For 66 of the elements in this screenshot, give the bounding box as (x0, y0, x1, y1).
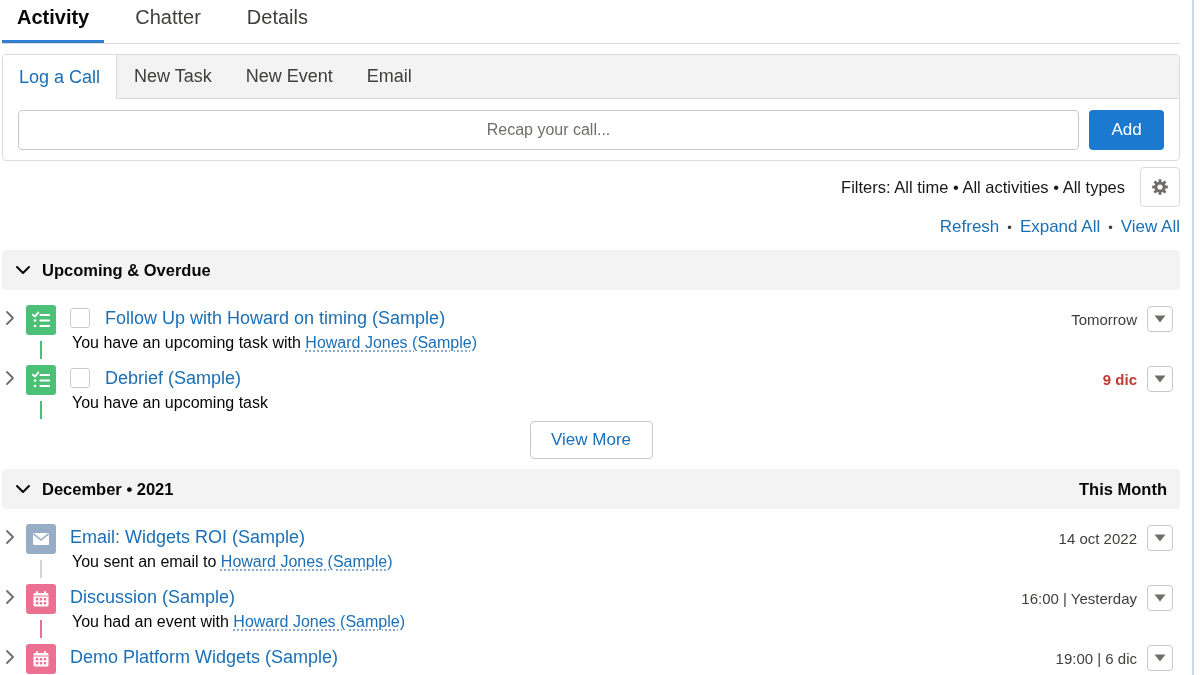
timeline-connector (40, 341, 42, 359)
timeline-connector (40, 620, 42, 638)
activity-date: 19:00 | 6 dic (1055, 649, 1137, 667)
tab[interactable]: Details (231, 0, 323, 43)
activity-title[interactable]: Email: Widgets ROI (Sample) (70, 526, 306, 548)
timeline-connector (40, 401, 42, 419)
activity-title[interactable]: Discussion (Sample) (70, 586, 236, 608)
contact-link[interactable]: Howard Jones (Sample) (233, 613, 405, 630)
chevron-right-icon[interactable] (5, 649, 15, 665)
caret-down-icon (1154, 375, 1166, 383)
row-menu-button[interactable] (1147, 525, 1173, 551)
caret-down-icon (1154, 594, 1166, 602)
row-menu-button[interactable] (1147, 585, 1173, 611)
caret-down-icon (1154, 315, 1166, 323)
section-title: December • 2021 (42, 479, 174, 499)
section-title: Upcoming & Overdue (42, 260, 211, 280)
section-period: This Month (1079, 479, 1167, 499)
action-link[interactable]: View All (1120, 217, 1180, 237)
checklist-icon (26, 365, 56, 395)
activity-title[interactable]: Debrief (Sample) (105, 367, 242, 389)
settings-button[interactable] (1140, 167, 1180, 207)
task-checkbox[interactable] (70, 308, 90, 328)
composer-tab[interactable]: New Event (228, 55, 350, 98)
activity-title[interactable]: Follow Up with Howard on timing (Sample) (105, 307, 446, 329)
add-button[interactable]: Add (1089, 110, 1164, 150)
chevron-down-icon[interactable] (15, 264, 31, 276)
chevron-right-icon[interactable] (5, 589, 15, 605)
activity-description: You sent an email to Howard Jones (Sample) (71, 552, 394, 572)
calendar-icon (26, 584, 56, 614)
recap-field[interactable]: Recap your call... (18, 110, 1079, 150)
contact-link[interactable]: Howard Jones (Sample) (220, 553, 393, 570)
activity-title[interactable]: Demo Platform Widgets (Sample) (70, 646, 339, 668)
activity-date: 16:00 | Yesterday (1021, 589, 1137, 607)
calendar-icon (26, 644, 56, 674)
tab[interactable]: Chatter (120, 0, 216, 43)
activity-description: You have an upcoming task with Howard Jones (Sample) (71, 333, 478, 353)
filters-summary: Filters: All time • All activities • All types (841, 177, 1125, 197)
caret-down-icon (1154, 654, 1166, 662)
task-checkbox[interactable] (70, 368, 90, 388)
timeline-connector (40, 560, 42, 578)
checklist-icon (26, 305, 56, 335)
activity-date: 9 dic (1102, 370, 1137, 388)
chevron-right-icon[interactable] (5, 310, 15, 326)
chevron-down-icon[interactable] (15, 483, 31, 495)
composer-tab[interactable]: Log a Call (3, 55, 118, 99)
composer-tab[interactable]: New Task (117, 55, 229, 98)
row-menu-button[interactable] (1147, 366, 1173, 392)
tab[interactable]: Activity (2, 0, 105, 43)
activity-description: You had an event with Howard Jones (Sample) (71, 612, 406, 632)
settings-icon (1152, 179, 1168, 195)
composer-tab[interactable]: Email (349, 55, 429, 98)
chevron-right-icon[interactable] (5, 370, 15, 386)
envelope-icon (26, 524, 56, 554)
view-more-button[interactable]: View More (529, 421, 653, 459)
activity-description: You have an upcoming task (71, 393, 269, 413)
caret-down-icon (1154, 534, 1166, 542)
action-link[interactable]: Expand All (1019, 217, 1101, 237)
row-menu-button[interactable] (1147, 306, 1173, 332)
chevron-right-icon[interactable] (5, 529, 15, 545)
action-link[interactable]: Refresh (939, 217, 1000, 237)
row-menu-button[interactable] (1147, 645, 1173, 671)
activity-date: 14 oct 2022 (1058, 529, 1137, 547)
contact-link[interactable]: Howard Jones (Sample) (305, 334, 477, 351)
activity-date: Tomorrow (1071, 310, 1137, 328)
link-separator: • (1007, 219, 1012, 235)
link-separator: • (1108, 219, 1113, 235)
